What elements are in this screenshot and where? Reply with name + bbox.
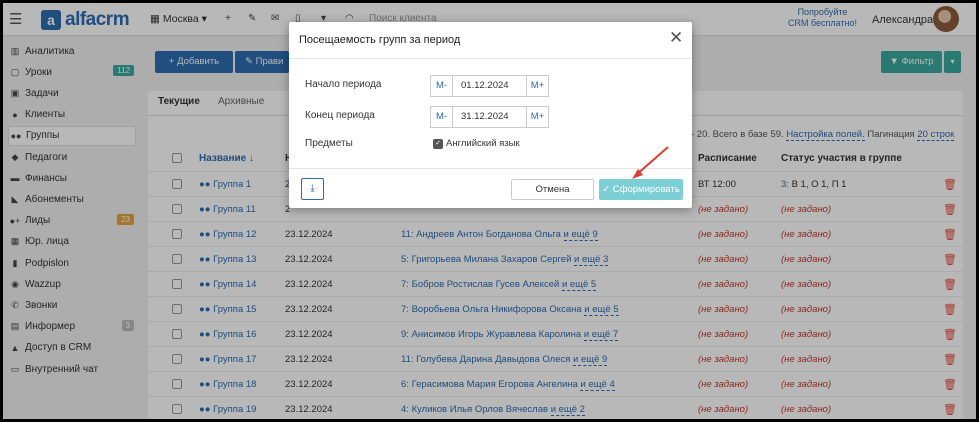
app-window: ☰ a alfacrm ▦ Москва ▾ + ✎ ✉ ▯ ▾ ◠ Поиск… xyxy=(3,3,976,419)
annotation-arrow-icon xyxy=(632,146,669,179)
